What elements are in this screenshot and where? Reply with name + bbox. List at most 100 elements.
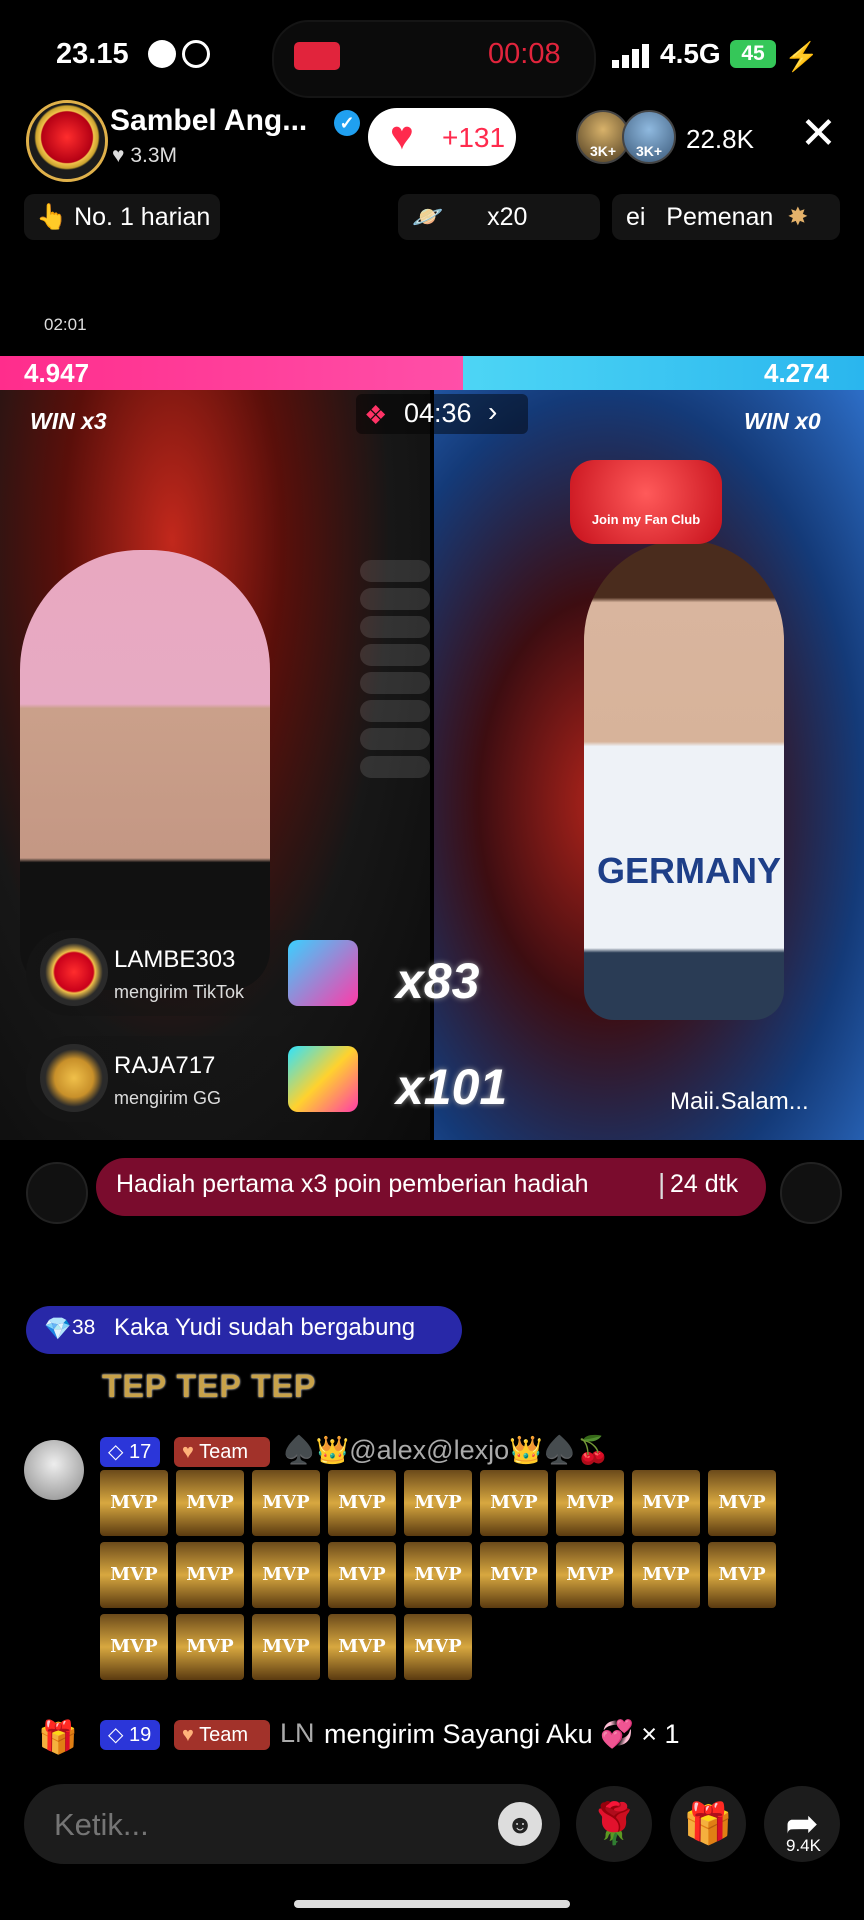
- host-avatar[interactable]: [26, 100, 108, 182]
- whatsapp-icon: [182, 40, 210, 68]
- left-streamer: [20, 550, 270, 990]
- host-name[interactable]: Sambel Ang...: [110, 104, 307, 138]
- close-icon[interactable]: ✕: [800, 112, 837, 156]
- gifter-avatar[interactable]: [40, 938, 108, 1006]
- emoji-icon[interactable]: ☻: [498, 1802, 542, 1846]
- diamond-icon: 💎: [44, 1316, 72, 1341]
- faded-avatar: [26, 1162, 88, 1224]
- recording-time: 00:08: [488, 38, 561, 70]
- tiktok-gift-icon: [288, 940, 358, 1006]
- team-label: Team: [199, 1441, 248, 1463]
- mvp-gift-icon: MVP: [556, 1470, 624, 1536]
- mvp-gift-icon: MVP: [632, 1542, 700, 1608]
- chat-bubble-icon: [148, 40, 176, 68]
- mvp-gift-icon: MVP: [708, 1470, 776, 1536]
- home-indicator[interactable]: [294, 1900, 570, 1908]
- gift-combo: x101: [396, 1059, 508, 1115]
- gift-notification: RAJA717 mengirim GG: [26, 1036, 358, 1122]
- chat-username[interactable]: LN: [280, 1718, 315, 1749]
- gift-multiplier-chip[interactable]: 🪐 x20: [398, 194, 600, 240]
- gift-message-text: mengirim Sayangi Aku 💞 × 1: [324, 1719, 680, 1749]
- banner-divider: |: [658, 1168, 666, 1199]
- fanclub-button[interactable]: Join my Fan Club: [570, 460, 722, 544]
- level-badge: ◇ 17: [100, 1437, 160, 1467]
- gift-box-icon[interactable]: 🎁: [38, 1718, 78, 1756]
- chat-username[interactable]: ♠️👑@alex@lexjo👑♠️🍒: [282, 1434, 610, 1466]
- verified-badge-icon: ✓: [334, 110, 360, 136]
- battery-level: 45: [730, 40, 776, 68]
- list-item: [360, 756, 430, 778]
- left-stream-video[interactable]: [0, 390, 430, 1140]
- mvp-gift-icon: MVP: [328, 1614, 396, 1680]
- mvp-gift-icon: MVP: [176, 1614, 244, 1680]
- score-left: 4.947: [24, 358, 90, 388]
- right-stream-video[interactable]: GERMANY Join my Fan Club: [434, 390, 864, 1140]
- list-item: [360, 728, 430, 750]
- record-camera-icon: [294, 42, 340, 70]
- banner-time: 24 dtk: [670, 1170, 739, 1198]
- gift-multiplier-label: x20: [487, 203, 528, 231]
- mvp-gift-icon: MVP: [100, 1614, 168, 1680]
- gift-notification: LAMBE303 mengirim TikTok: [26, 930, 358, 1016]
- team-heart-icon: ♥: [182, 1441, 194, 1463]
- chevron-right-icon: ›: [488, 396, 498, 427]
- right-streamer: [584, 540, 784, 1020]
- jersey-text: GERMANY: [596, 850, 781, 891]
- faded-avatar: [780, 1162, 842, 1224]
- heart-icon: ♥: [390, 114, 414, 158]
- chat-avatar[interactable]: [24, 1440, 84, 1500]
- mvp-gift-icon: MVP: [632, 1470, 700, 1536]
- mvp-gift-icon: MVP: [480, 1470, 548, 1536]
- chat-message-text: TEP TEP TEP: [102, 1368, 317, 1404]
- level-diamond-icon: ◇: [108, 1441, 124, 1463]
- gg-gift-icon: [288, 1046, 358, 1112]
- winner-chip[interactable]: ei Pemenan ✸: [612, 194, 840, 240]
- rank-hand-icon: 👆: [36, 203, 68, 231]
- top-viewer-avatar[interactable]: 3K+: [622, 110, 676, 164]
- viewer-count[interactable]: 22.8K: [686, 124, 754, 155]
- mvp-gift-icon: MVP: [100, 1542, 168, 1608]
- mvp-gift-icon: MVP: [480, 1542, 548, 1608]
- mvp-gift-icon: MVP: [252, 1470, 320, 1536]
- heart-small-icon: ♥: [112, 144, 131, 167]
- network-type: 4.5G: [660, 38, 721, 69]
- team-label: Team: [199, 1724, 248, 1746]
- left-stream-leaderboard: [360, 560, 430, 820]
- level-diamond-icon: ◇: [108, 1724, 124, 1746]
- charging-icon: ⚡: [784, 41, 819, 72]
- gift-button[interactable]: 🎁: [670, 1786, 746, 1862]
- mvp-gift-icon: MVP: [328, 1542, 396, 1608]
- team-heart-icon: ♥: [182, 1724, 194, 1746]
- list-item: [360, 672, 430, 694]
- rose-gift-button[interactable]: 🌹: [576, 1786, 652, 1862]
- mvp-gift-grid: MVP MVP MVP MVP MVP MVP MVP MVP MVPMVP MVP MVP MVP M…: [100, 1470, 800, 1686]
- level-value: 19: [128, 1724, 152, 1746]
- battle-score-bar: [0, 356, 864, 390]
- mvp-gift-icon: MVP: [176, 1470, 244, 1536]
- mvp-gift-icon: MVP: [404, 1470, 472, 1536]
- share-count: 9.4K: [786, 1836, 821, 1855]
- gifter-name: RAJA717: [114, 1052, 216, 1079]
- join-level: 38: [72, 1316, 96, 1339]
- banner-text: Hadiah pertama x3 poin pemberian hadiah: [116, 1170, 589, 1198]
- winner-label: ei Pemenan: [626, 203, 774, 231]
- list-item: [360, 616, 430, 638]
- signal-icon: [612, 44, 649, 68]
- mvp-gift-icon: MVP: [328, 1470, 396, 1536]
- host-likes-count: 3.3M: [130, 144, 177, 167]
- mvp-gift-icon: MVP: [100, 1470, 168, 1536]
- mvp-gift-icon: MVP: [252, 1542, 320, 1608]
- winner-gift-icon: ✸: [787, 203, 809, 231]
- battle-icon: ❖: [364, 400, 388, 430]
- list-item: [360, 560, 430, 582]
- gifter-avatar[interactable]: [40, 1044, 108, 1112]
- daily-rank-chip[interactable]: 👆 No. 1 harian: [24, 194, 220, 240]
- gift-combo: x83: [396, 953, 480, 1009]
- battle-countdown: 02:01: [44, 315, 87, 334]
- score-right: 4.274: [764, 358, 830, 388]
- comment-input[interactable]: [52, 1806, 476, 1844]
- mvp-gift-icon: MVP: [404, 1614, 472, 1680]
- win-streak-right: WIN x0: [744, 408, 821, 434]
- list-item: [360, 700, 430, 722]
- opponent-name[interactable]: Maii.Salam...: [670, 1088, 809, 1116]
